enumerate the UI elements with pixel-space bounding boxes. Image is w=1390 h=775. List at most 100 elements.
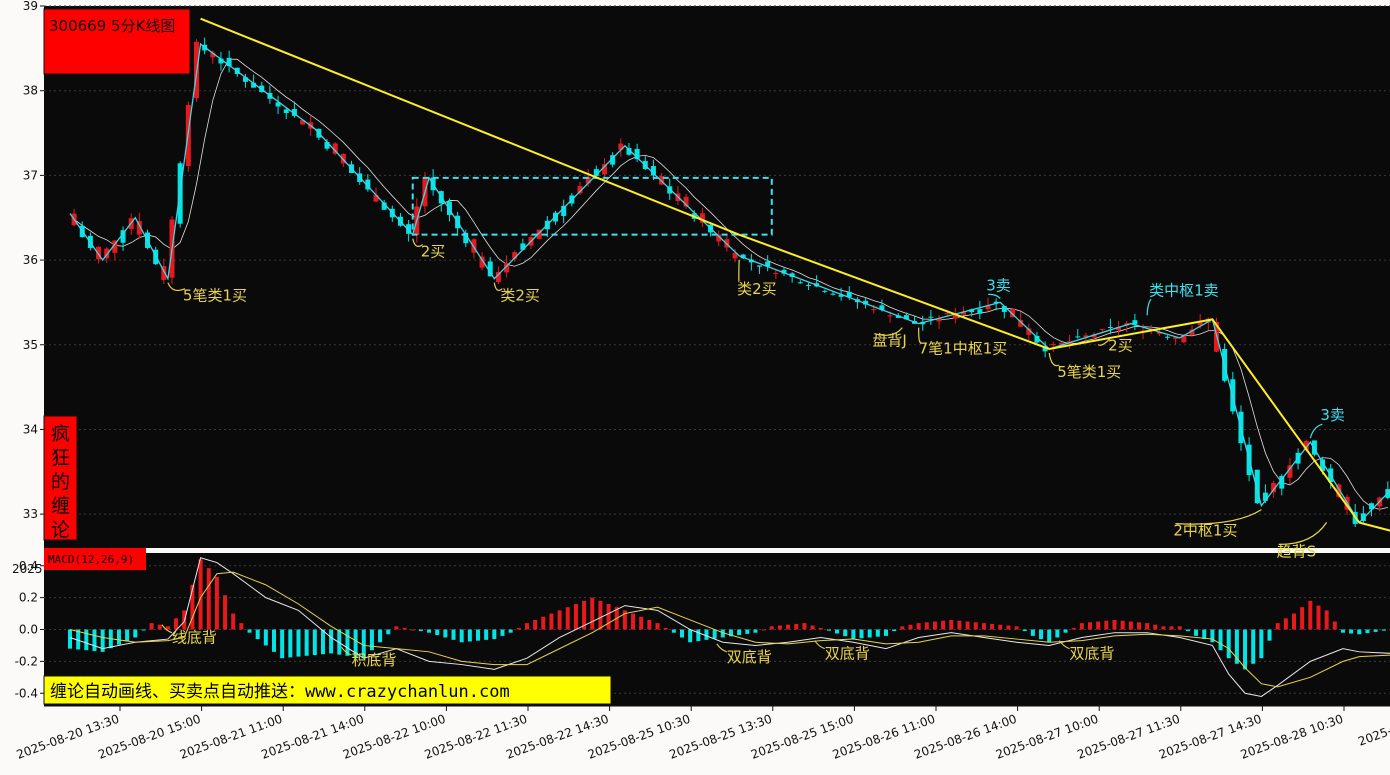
candle-body bbox=[928, 316, 934, 318]
macd-bar bbox=[1079, 623, 1084, 630]
macd-bar bbox=[524, 623, 529, 630]
macd-bar bbox=[492, 629, 497, 640]
macd-bar bbox=[247, 629, 252, 633]
candle-body bbox=[871, 309, 877, 311]
candle-body bbox=[822, 290, 828, 292]
macd-bar bbox=[965, 621, 970, 630]
macd-bar bbox=[157, 624, 162, 630]
macd-bar bbox=[647, 619, 652, 630]
macd-annotation-label: 线底背 bbox=[172, 629, 217, 647]
side-label-char: 的 bbox=[51, 471, 70, 493]
macd-bar bbox=[68, 629, 72, 649]
annotation-label: 类2买 bbox=[500, 287, 540, 305]
macd-bar bbox=[214, 576, 219, 630]
macd-bar bbox=[745, 629, 750, 634]
macd-bar bbox=[590, 597, 595, 630]
macd-bar bbox=[1128, 621, 1133, 630]
macd-bar bbox=[1112, 619, 1117, 630]
time-x-axis: 2025-08-20 13:302025-08-20 15:002025-08-… bbox=[15, 705, 1390, 762]
annotation-label: 2买 bbox=[421, 243, 446, 261]
macd-bar bbox=[296, 629, 301, 657]
macd-bar bbox=[981, 623, 986, 630]
macd-bar bbox=[957, 620, 962, 630]
macd-bar bbox=[826, 629, 831, 631]
macd-bar bbox=[223, 595, 228, 630]
chart-title: 300669 5分K线图 bbox=[49, 17, 175, 35]
side-label-box: 疯 狂 的 缠 论 bbox=[43, 415, 78, 541]
macd-bar bbox=[1030, 629, 1035, 636]
candle-body bbox=[944, 313, 950, 315]
y-tick-label: -0.2 bbox=[15, 654, 38, 668]
macd-bar bbox=[696, 629, 701, 642]
macd-annotation-label: 双底背 bbox=[1070, 645, 1115, 663]
kline-chart: 5笔类1买2买类2买 类2买盘背J 7笔1中枢1买3卖2买5笔类1买类中枢1卖3卖2… bbox=[12, 0, 1390, 762]
y-tick-label: 39 bbox=[23, 0, 38, 13]
macd-bar bbox=[1071, 627, 1076, 630]
macd-annotation-label: 双底背 bbox=[825, 645, 870, 663]
macd-bar bbox=[541, 616, 546, 630]
macd-bar bbox=[476, 629, 480, 641]
macd-bar bbox=[777, 625, 782, 630]
y-tick-label: 34 bbox=[23, 422, 38, 436]
y-tick-label: 37 bbox=[23, 168, 38, 182]
macd-bar bbox=[949, 619, 954, 630]
macd-bar bbox=[712, 629, 717, 639]
macd-annotation-label: 双底背 bbox=[727, 648, 772, 666]
y-tick-label: 38 bbox=[23, 84, 38, 98]
kline-y-axis: 33 34 35 36 37 38 39 bbox=[23, 0, 44, 521]
annotation-label: 3卖 bbox=[1320, 406, 1345, 424]
candle-body bbox=[283, 109, 289, 114]
macd-label: MACD(12,26,9) bbox=[48, 553, 134, 566]
macd-bar bbox=[1251, 629, 1256, 664]
macd-bar bbox=[1055, 629, 1060, 638]
macd-bar bbox=[1259, 629, 1264, 659]
candle-body bbox=[797, 282, 803, 284]
side-label-char: 论 bbox=[51, 519, 70, 541]
macd-bar bbox=[1022, 629, 1027, 632]
macd-bar bbox=[851, 629, 856, 640]
macd-bar bbox=[875, 629, 880, 637]
macd-bar bbox=[516, 627, 521, 630]
macd-bar bbox=[680, 629, 684, 638]
macd-bar bbox=[508, 629, 513, 633]
macd-bar bbox=[1275, 623, 1280, 630]
macd-bar bbox=[1381, 629, 1386, 631]
macd-bar bbox=[1039, 629, 1044, 640]
macd-bar bbox=[141, 629, 146, 631]
annotation-label: 趋背S bbox=[1277, 542, 1317, 560]
macd-bar bbox=[892, 629, 897, 632]
annotation-label: 5笔类1买 bbox=[1057, 363, 1121, 381]
macd-bar bbox=[451, 629, 456, 640]
macd-bar bbox=[1088, 622, 1092, 630]
candle-body bbox=[1075, 336, 1081, 338]
macd-bar bbox=[312, 629, 317, 655]
macd-bar bbox=[835, 629, 840, 634]
macd-bar bbox=[1283, 618, 1288, 630]
macd-bar bbox=[206, 568, 211, 630]
macd-bar bbox=[557, 610, 562, 630]
macd-bar bbox=[484, 629, 489, 640]
macd-bar bbox=[263, 629, 268, 646]
macd-bar bbox=[932, 621, 937, 630]
y-tick-label: -0.4 bbox=[15, 686, 38, 700]
candle-body bbox=[1107, 326, 1113, 328]
side-label-char: 疯 bbox=[51, 423, 70, 445]
macd-bar bbox=[410, 629, 415, 631]
candle-body bbox=[757, 265, 763, 267]
macd-bar bbox=[688, 629, 693, 643]
macd-bar bbox=[255, 629, 260, 640]
macd-y-axis: -0.4-0.20.00.20.4 bbox=[15, 559, 44, 700]
macd-bar bbox=[1185, 629, 1190, 632]
x-tick-label: 2025-08-28 bbox=[1356, 712, 1390, 749]
macd-bar bbox=[908, 624, 913, 630]
macd-bar bbox=[1063, 629, 1068, 633]
macd-bar bbox=[1161, 626, 1166, 630]
macd-bar bbox=[443, 629, 448, 638]
macd-bar bbox=[116, 629, 121, 645]
macd-bar bbox=[941, 620, 946, 630]
candle-body bbox=[773, 273, 779, 275]
macd-bar bbox=[867, 629, 872, 638]
macd-bar bbox=[753, 629, 758, 633]
annotation-label: 类中枢1卖 bbox=[1149, 281, 1219, 299]
promo-banner: 缠论自动画线、买卖点自动推送：www.crazychanlun.com bbox=[43, 675, 612, 705]
